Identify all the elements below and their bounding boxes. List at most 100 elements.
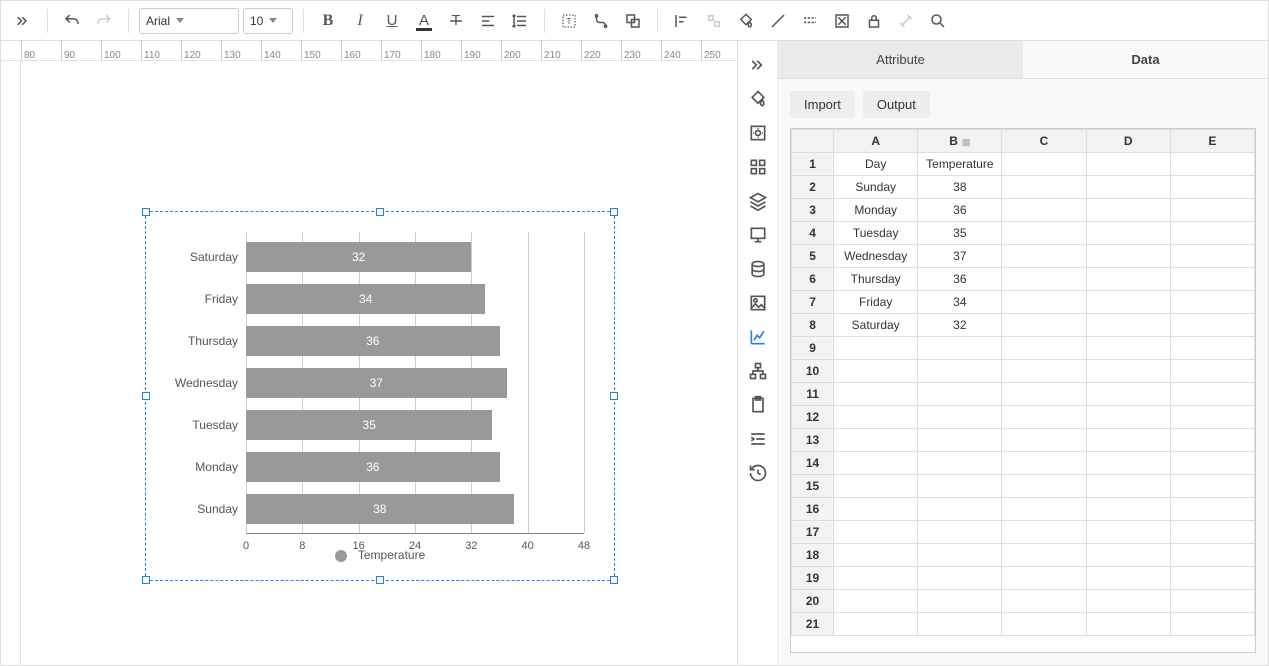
output-button[interactable]: Output bbox=[863, 91, 930, 118]
row-header[interactable]: 16 bbox=[792, 498, 834, 521]
presentation-icon[interactable] bbox=[742, 219, 774, 251]
cell[interactable] bbox=[1170, 199, 1254, 222]
cell[interactable] bbox=[918, 567, 1002, 590]
cell[interactable] bbox=[834, 521, 918, 544]
cell[interactable] bbox=[834, 337, 918, 360]
row-header[interactable]: 10 bbox=[792, 360, 834, 383]
shape-button[interactable] bbox=[619, 7, 647, 35]
grid-icon[interactable] bbox=[742, 151, 774, 183]
cell[interactable]: Day bbox=[834, 153, 918, 176]
column-header[interactable]: A bbox=[834, 130, 918, 153]
cell[interactable] bbox=[1002, 429, 1086, 452]
clipboard-icon[interactable] bbox=[742, 389, 774, 421]
resize-handle-bl[interactable] bbox=[142, 576, 150, 584]
chart-selection[interactable]: Saturday32Friday34Thursday36Wednesday37T… bbox=[145, 211, 615, 581]
resize-handle-ml[interactable] bbox=[142, 392, 150, 400]
resize-handle-br[interactable] bbox=[610, 576, 618, 584]
cell[interactable] bbox=[1170, 245, 1254, 268]
cell[interactable] bbox=[1002, 314, 1086, 337]
import-button[interactable]: Import bbox=[790, 91, 855, 118]
cell[interactable] bbox=[1086, 590, 1170, 613]
cell[interactable]: Thursday bbox=[834, 268, 918, 291]
cell[interactable] bbox=[1002, 153, 1086, 176]
cell[interactable] bbox=[1170, 222, 1254, 245]
line-spacing-button[interactable] bbox=[506, 7, 534, 35]
cell[interactable] bbox=[1170, 176, 1254, 199]
cell[interactable]: 34 bbox=[918, 291, 1002, 314]
row-header[interactable]: 11 bbox=[792, 383, 834, 406]
strikethrough-button[interactable]: T bbox=[442, 7, 470, 35]
cell[interactable] bbox=[1086, 222, 1170, 245]
line-style-button[interactable] bbox=[796, 7, 824, 35]
resize-handle-bm[interactable] bbox=[376, 576, 384, 584]
column-header[interactable]: D bbox=[1086, 130, 1170, 153]
cell[interactable] bbox=[1002, 498, 1086, 521]
canvas[interactable]: Saturday32Friday34Thursday36Wednesday37T… bbox=[21, 61, 737, 665]
row-header[interactable]: 15 bbox=[792, 475, 834, 498]
cell[interactable] bbox=[1086, 452, 1170, 475]
cell[interactable]: 37 bbox=[918, 245, 1002, 268]
cell[interactable] bbox=[834, 452, 918, 475]
line-color-button[interactable] bbox=[764, 7, 792, 35]
cell[interactable] bbox=[918, 613, 1002, 636]
cell[interactable] bbox=[834, 429, 918, 452]
cell[interactable] bbox=[1170, 406, 1254, 429]
expand-right-icon[interactable] bbox=[742, 49, 774, 81]
cell[interactable] bbox=[1086, 360, 1170, 383]
cell[interactable] bbox=[1170, 498, 1254, 521]
row-header[interactable]: 2 bbox=[792, 176, 834, 199]
cell[interactable]: Monday bbox=[834, 199, 918, 222]
cell[interactable] bbox=[918, 544, 1002, 567]
cell[interactable] bbox=[918, 475, 1002, 498]
cell[interactable] bbox=[1170, 314, 1254, 337]
cell[interactable] bbox=[918, 590, 1002, 613]
cell[interactable] bbox=[1170, 268, 1254, 291]
row-header[interactable]: 8 bbox=[792, 314, 834, 337]
layers-icon[interactable] bbox=[742, 185, 774, 217]
cell[interactable]: Temperature bbox=[918, 153, 1002, 176]
org-chart-icon[interactable] bbox=[742, 355, 774, 387]
distribute-button[interactable] bbox=[700, 7, 728, 35]
bold-button[interactable]: B bbox=[314, 7, 342, 35]
column-header[interactable]: B▦ bbox=[918, 130, 1002, 153]
spreadsheet[interactable]: AB▦CDE1DayTemperature2Sunday383Monday364… bbox=[790, 128, 1256, 653]
row-header[interactable]: 13 bbox=[792, 429, 834, 452]
image-icon[interactable] bbox=[742, 287, 774, 319]
cell[interactable] bbox=[1170, 429, 1254, 452]
cell[interactable] bbox=[1086, 291, 1170, 314]
cell[interactable]: Saturday bbox=[834, 314, 918, 337]
cell[interactable] bbox=[1002, 406, 1086, 429]
row-header[interactable]: 7 bbox=[792, 291, 834, 314]
database-icon[interactable] bbox=[742, 253, 774, 285]
cell[interactable] bbox=[1170, 153, 1254, 176]
cell[interactable] bbox=[1086, 475, 1170, 498]
cell[interactable] bbox=[1170, 383, 1254, 406]
history-icon[interactable] bbox=[742, 457, 774, 489]
cell[interactable] bbox=[1170, 475, 1254, 498]
cell[interactable] bbox=[1002, 452, 1086, 475]
cell[interactable] bbox=[834, 406, 918, 429]
align-left-button[interactable] bbox=[668, 7, 696, 35]
cell[interactable] bbox=[1086, 337, 1170, 360]
cell[interactable]: 36 bbox=[918, 268, 1002, 291]
cell[interactable] bbox=[918, 383, 1002, 406]
underline-button[interactable]: U bbox=[378, 7, 406, 35]
chart-icon[interactable] bbox=[742, 321, 774, 353]
font-color-button[interactable]: A bbox=[410, 7, 438, 35]
search-button[interactable] bbox=[924, 7, 952, 35]
cell[interactable] bbox=[918, 337, 1002, 360]
settings-gear-icon[interactable] bbox=[742, 117, 774, 149]
cell[interactable] bbox=[1002, 613, 1086, 636]
cell[interactable] bbox=[1170, 452, 1254, 475]
checkbox-button[interactable] bbox=[828, 7, 856, 35]
cell[interactable] bbox=[1002, 383, 1086, 406]
cell[interactable] bbox=[834, 360, 918, 383]
lock-button[interactable] bbox=[860, 7, 888, 35]
tab-attribute[interactable]: Attribute bbox=[778, 41, 1023, 78]
cell[interactable]: 36 bbox=[918, 199, 1002, 222]
row-header[interactable]: 4 bbox=[792, 222, 834, 245]
tools-button[interactable] bbox=[892, 7, 920, 35]
cell[interactable] bbox=[1086, 314, 1170, 337]
cell[interactable]: Sunday bbox=[834, 176, 918, 199]
cell[interactable] bbox=[1086, 176, 1170, 199]
